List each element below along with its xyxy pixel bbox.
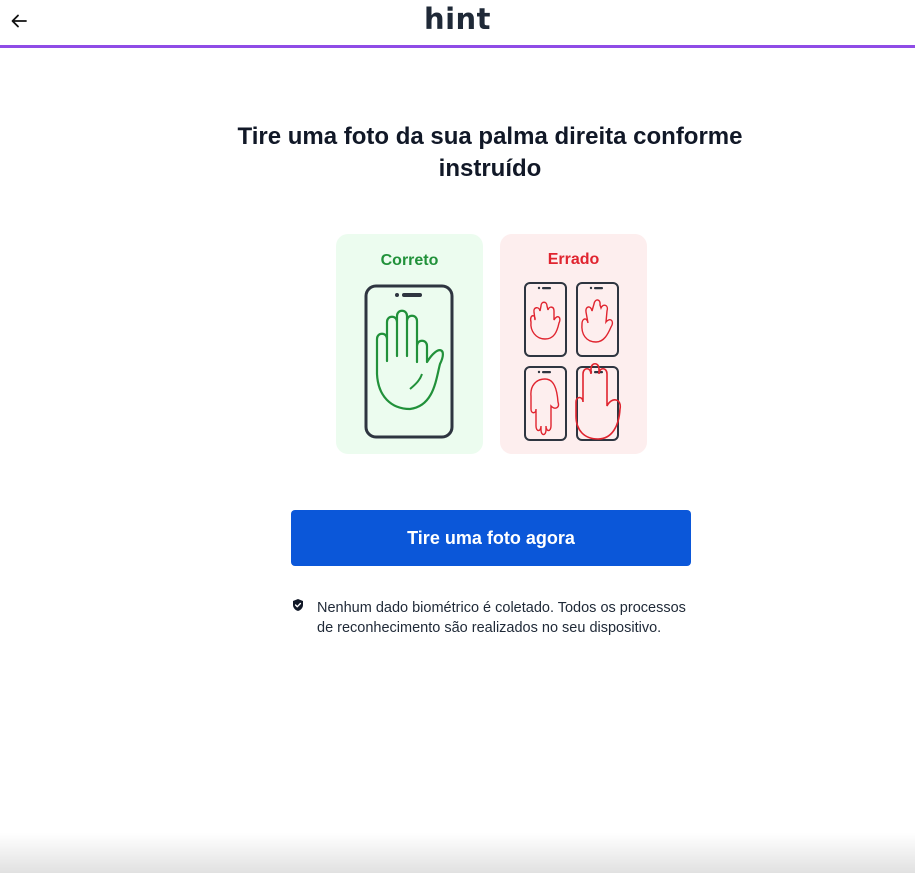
phone-palm-upside-down-icon [524,366,567,441]
privacy-text: Nenhum dado biométrico é coletado. Todos… [317,600,686,636]
wrong-example-card: Errado [500,234,647,454]
palm-capture-page: hint Tire uma foto da sua palma direita … [0,0,915,873]
take-photo-button[interactable]: Tire uma foto agora [291,510,691,566]
page-title: Tire uma foto da sua palma direita confo… [237,123,743,182]
top-bar: hint [0,0,915,45]
shield-check-icon [293,599,303,611]
bottom-shadow [0,833,915,873]
hint-logo: hint [423,2,492,36]
phone-palm-icon [364,284,454,439]
wrong-examples-icon [524,282,622,441]
phone-palm-too-close-icon [575,362,622,441]
header-accent-bar [0,45,915,48]
phone-palm-tilted-left-icon [524,282,567,357]
phone-palm-tilted-right-icon [576,282,619,357]
correct-example-card: Correto [336,234,483,454]
